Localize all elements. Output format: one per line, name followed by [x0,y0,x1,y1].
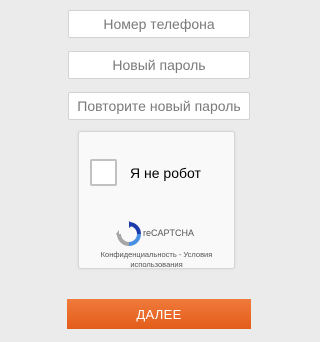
phone-number-input[interactable] [68,10,250,38]
recaptcha-logo-icon [116,221,141,246]
repeat-password-input[interactable] [68,92,250,120]
new-password-input[interactable] [68,51,250,79]
privacy-link[interactable]: Конфиденциальность [101,250,177,259]
recaptcha-links: Конфиденциальность - Условия использован… [79,250,234,270]
recaptcha-label: Я не робот [130,165,201,181]
next-button[interactable]: ДАЛЕЕ [67,299,251,329]
recaptcha-brand-text: reCAPTCHA [143,228,195,238]
recaptcha-widget: Я не робот reCAPTCHA Конфиденциальность … [78,131,235,269]
recaptcha-checkbox[interactable] [90,159,117,186]
